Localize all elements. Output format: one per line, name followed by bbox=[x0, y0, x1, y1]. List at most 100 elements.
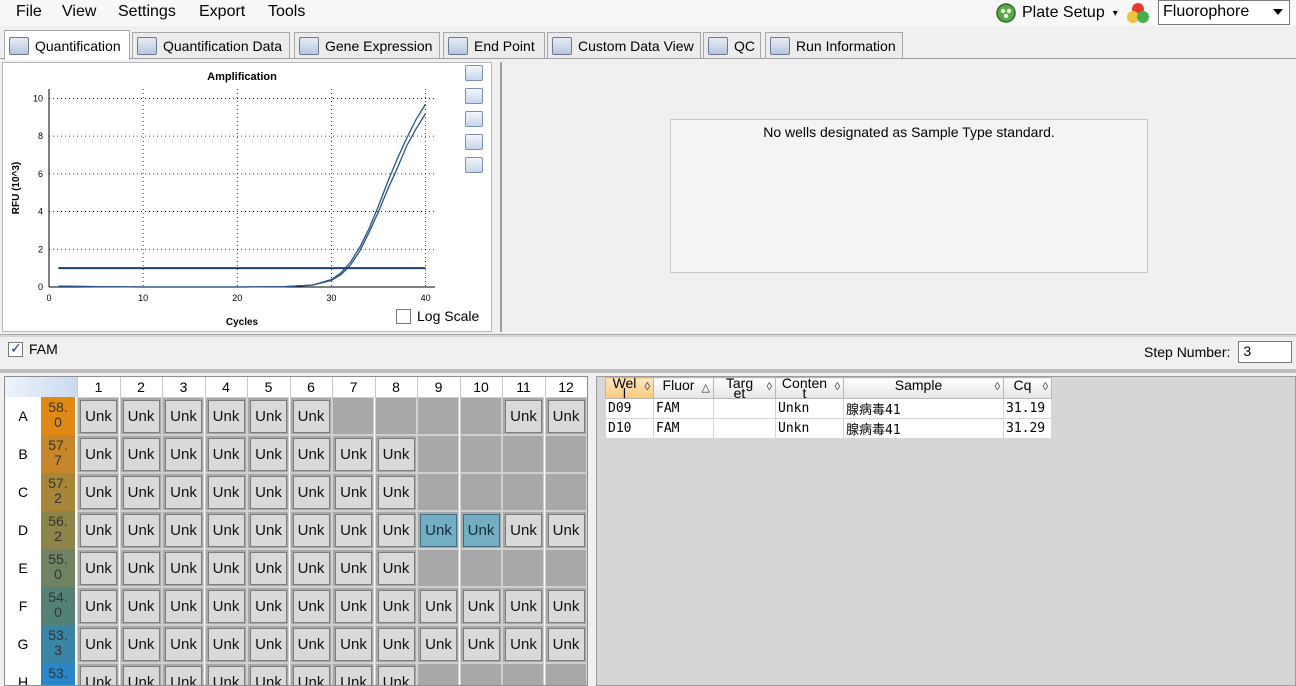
well-sample-type[interactable]: Unk bbox=[462, 514, 500, 547]
plate-well[interactable]: Unk bbox=[374, 549, 417, 587]
well-sample-type[interactable]: Unk bbox=[80, 552, 117, 585]
plate-well[interactable]: Unk bbox=[162, 511, 204, 549]
copy-icon[interactable] bbox=[465, 65, 483, 81]
plate-well[interactable]: Unk bbox=[374, 625, 417, 663]
well-sample-type[interactable]: Unk bbox=[250, 476, 287, 509]
well-sample-type[interactable]: Unk bbox=[207, 400, 245, 433]
plate-well[interactable] bbox=[374, 397, 417, 435]
well-sample-type[interactable]: Unk bbox=[335, 666, 372, 685]
well-sample-type[interactable]: Unk bbox=[165, 514, 202, 547]
well-sample-type[interactable]: Unk bbox=[207, 666, 245, 685]
plate-well[interactable]: Unk bbox=[162, 549, 204, 587]
well-sample-type[interactable]: Unk bbox=[292, 552, 330, 585]
fluorophore-color-icon[interactable] bbox=[1124, 0, 1152, 26]
plate-well[interactable]: Unk bbox=[459, 625, 502, 663]
plate-well[interactable]: Unk bbox=[374, 473, 417, 511]
plate-well[interactable]: Unk bbox=[77, 587, 119, 625]
step-number-input[interactable]: 3 bbox=[1238, 341, 1293, 363]
well-sample-type[interactable]: Unk bbox=[292, 628, 330, 661]
export-icon[interactable] bbox=[465, 111, 483, 127]
plate-column-header[interactable]: 2 bbox=[119, 377, 162, 397]
plate-row-header[interactable]: C bbox=[5, 473, 41, 511]
plate-well[interactable]: Unk bbox=[162, 397, 204, 435]
plate-well[interactable]: Unk bbox=[162, 625, 204, 663]
plate-well[interactable]: Unk bbox=[289, 473, 332, 511]
well-sample-type[interactable]: Unk bbox=[122, 552, 160, 585]
plate-well[interactable]: Unk bbox=[247, 663, 289, 685]
plate-row-header[interactable]: A bbox=[5, 397, 41, 435]
well-sample-type[interactable]: Unk bbox=[547, 400, 585, 433]
well-sample-type[interactable]: Unk bbox=[80, 514, 117, 547]
well-sample-type[interactable]: Unk bbox=[547, 514, 585, 547]
plate-well[interactable]: Unk bbox=[289, 435, 332, 473]
plate-row-header[interactable]: G bbox=[5, 625, 41, 663]
well-sample-type[interactable]: Unk bbox=[292, 476, 330, 509]
sort-icon[interactable]: ◊ bbox=[835, 381, 840, 393]
well-sample-type[interactable]: Unk bbox=[547, 628, 585, 661]
well-sample-type[interactable]: Unk bbox=[165, 666, 202, 685]
plate-row-header[interactable]: E bbox=[5, 549, 41, 587]
well-sample-type[interactable]: Unk bbox=[80, 590, 117, 623]
well-sample-type[interactable]: Unk bbox=[122, 628, 160, 661]
plate-row-header[interactable]: B bbox=[5, 435, 41, 473]
plate-well[interactable]: Unk bbox=[544, 511, 587, 549]
well-sample-type[interactable]: Unk bbox=[165, 628, 202, 661]
plate-well[interactable]: Unk bbox=[77, 625, 119, 663]
plate-well[interactable] bbox=[332, 397, 374, 435]
sort-icon[interactable]: ◊ bbox=[767, 381, 772, 393]
plate-well[interactable]: Unk bbox=[332, 587, 374, 625]
plate-well[interactable]: Unk bbox=[247, 511, 289, 549]
plate-column-header[interactable]: 3 bbox=[162, 377, 204, 397]
plate-well[interactable]: Unk bbox=[204, 663, 247, 685]
plate-well[interactable]: Unk bbox=[77, 549, 119, 587]
well-sample-type[interactable]: Unk bbox=[420, 590, 457, 623]
fam-checkbox[interactable] bbox=[8, 340, 23, 357]
well-sample-type[interactable]: Unk bbox=[80, 666, 117, 685]
plate-well[interactable] bbox=[417, 435, 459, 473]
well-sample-type[interactable]: Unk bbox=[250, 438, 287, 471]
well-sample-type[interactable]: Unk bbox=[207, 552, 245, 585]
plate-well[interactable] bbox=[502, 435, 544, 473]
plate-well[interactable]: Unk bbox=[417, 511, 459, 549]
zoom-icon[interactable] bbox=[465, 134, 483, 150]
well-sample-type[interactable]: Unk bbox=[377, 438, 415, 471]
plate-well[interactable]: Unk bbox=[119, 663, 162, 685]
well-sample-type[interactable]: Unk bbox=[292, 400, 330, 433]
well-sample-type[interactable]: Unk bbox=[122, 400, 160, 433]
well-sample-type[interactable]: Unk bbox=[547, 590, 585, 623]
sort-icon[interactable]: △ bbox=[702, 381, 710, 394]
plate-well[interactable] bbox=[544, 473, 587, 511]
plate-well[interactable]: Unk bbox=[204, 625, 247, 663]
plate-well[interactable]: Unk bbox=[289, 397, 332, 435]
tab-quantification-data[interactable]: Quantification Data bbox=[132, 32, 290, 58]
plate-well[interactable]: Unk bbox=[332, 663, 374, 685]
plate-column-header[interactable]: 9 bbox=[417, 377, 459, 397]
plate-column-header[interactable]: 4 bbox=[204, 377, 247, 397]
plate-well[interactable]: Unk bbox=[162, 435, 204, 473]
well-sample-type[interactable]: Unk bbox=[335, 514, 372, 547]
well-sample-type[interactable]: Unk bbox=[207, 590, 245, 623]
well-sample-type[interactable]: Unk bbox=[292, 666, 330, 685]
plate-well[interactable]: Unk bbox=[119, 473, 162, 511]
well-sample-type[interactable]: Unk bbox=[207, 438, 245, 471]
well-sample-type[interactable]: Unk bbox=[377, 666, 415, 685]
results-column-header[interactable]: Targ et ◊ bbox=[713, 377, 776, 399]
menu-export[interactable]: Export bbox=[199, 3, 245, 21]
well-sample-type[interactable]: Unk bbox=[335, 628, 372, 661]
well-sample-type[interactable]: Unk bbox=[122, 438, 160, 471]
plate-well[interactable]: Unk bbox=[77, 511, 119, 549]
plate-well[interactable] bbox=[544, 549, 587, 587]
well-sample-type[interactable]: Unk bbox=[122, 476, 160, 509]
plate-column-header[interactable]: 7 bbox=[332, 377, 374, 397]
plate-well[interactable]: Unk bbox=[289, 663, 332, 685]
plate-well[interactable]: Unk bbox=[544, 625, 587, 663]
plate-well[interactable]: Unk bbox=[374, 587, 417, 625]
plate-well[interactable] bbox=[502, 473, 544, 511]
well-sample-type[interactable]: Unk bbox=[505, 400, 542, 433]
plate-well[interactable] bbox=[417, 397, 459, 435]
well-sample-type[interactable]: Unk bbox=[462, 628, 500, 661]
plate-well[interactable]: Unk bbox=[247, 587, 289, 625]
plate-column-header[interactable]: 1 bbox=[77, 377, 119, 397]
well-sample-type[interactable]: Unk bbox=[335, 552, 372, 585]
menu-settings[interactable]: Settings bbox=[118, 3, 176, 21]
